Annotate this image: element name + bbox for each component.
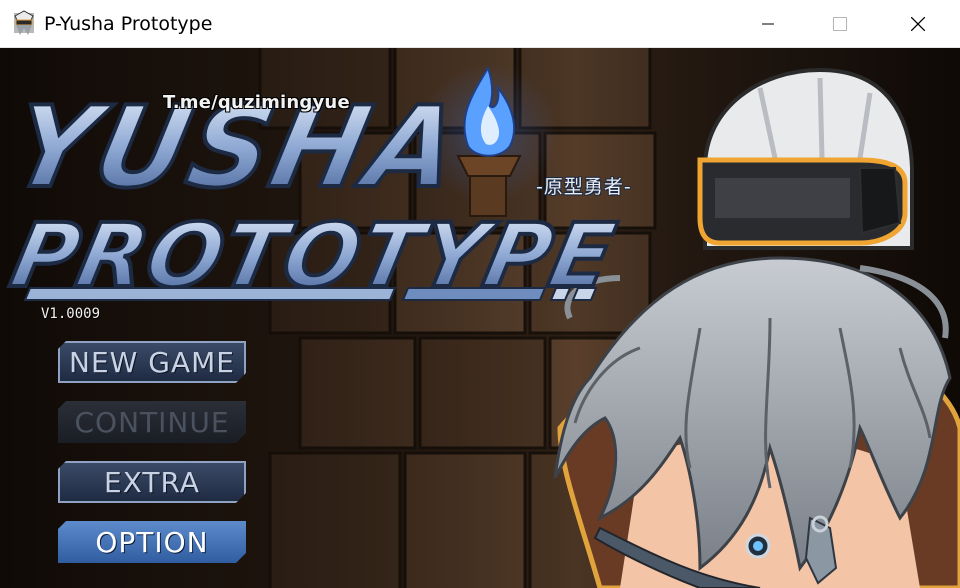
- title-screen[interactable]: YUSHA PROTOTYPE T.me/quzimingyue -原型勇者- …: [0, 48, 960, 588]
- dungeon-background: YUSHA PROTOTYPE: [0, 48, 960, 588]
- game-window: P-Yusha Prototype YUSHA PROTOTYPE T.me/q…: [0, 0, 960, 588]
- continue-button[interactable]: CONTINUE: [58, 401, 246, 443]
- minimize-button[interactable]: [738, 0, 798, 48]
- option-label: OPTION: [95, 525, 209, 559]
- logo-tagline: T.me/quzimingyue: [163, 92, 350, 113]
- continue-label: CONTINUE: [74, 405, 230, 439]
- version-label: V1.0009: [41, 306, 101, 322]
- minimize-icon: [762, 23, 774, 25]
- logo-subtitle: -原型勇者-: [536, 176, 632, 198]
- option-button[interactable]: OPTION: [58, 521, 246, 563]
- extra-button[interactable]: EXTRA: [58, 461, 246, 503]
- close-button[interactable]: [888, 0, 948, 48]
- new-game-button[interactable]: NEW GAME: [58, 341, 246, 383]
- close-icon: [911, 17, 925, 31]
- window-title: P-Yusha Prototype: [44, 13, 213, 35]
- game-character-icon: [14, 10, 34, 35]
- title-bar[interactable]: P-Yusha Prototype: [0, 0, 960, 48]
- extra-label: EXTRA: [104, 465, 200, 499]
- maximize-button[interactable]: [810, 0, 870, 48]
- maximize-icon: [833, 17, 847, 31]
- new-game-label: NEW GAME: [69, 345, 235, 379]
